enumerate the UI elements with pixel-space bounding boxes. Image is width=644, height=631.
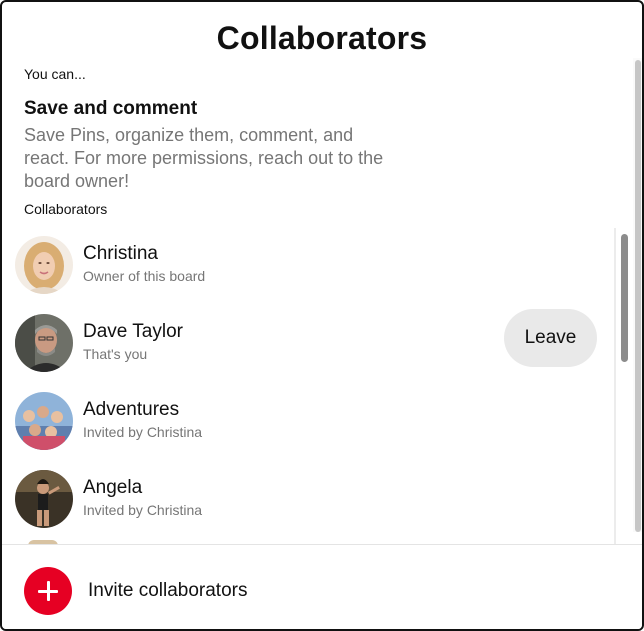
- you-can-label: You can...: [24, 66, 86, 82]
- plus-icon[interactable]: [24, 567, 72, 615]
- collaborator-subtitle: That's you: [83, 346, 148, 362]
- permission-description: Save Pins, organize them, comment, and r…: [24, 125, 384, 191]
- collaborator-row-adventures[interactable]: Adventures Invited by Christina: [2, 387, 614, 457]
- permission-title: Save and comment: [24, 98, 198, 119]
- collaborator-name: Christina: [83, 243, 158, 264]
- collaborator-subtitle: Owner of this board: [83, 268, 206, 284]
- invite-label: Invite collaborators: [88, 580, 248, 601]
- footer-bar: Invite collaborators: [2, 544, 642, 629]
- angela-avatar[interactable]: [15, 470, 73, 528]
- collaborator-name: Angela: [83, 477, 143, 498]
- leave-button[interactable]: Leave: [504, 309, 597, 367]
- christina-avatar[interactable]: [15, 236, 73, 294]
- list-divider: [614, 228, 616, 544]
- adventures-avatar[interactable]: [15, 392, 73, 450]
- collaborator-subtitle: Invited by Christina: [83, 502, 203, 518]
- collaborator-name: Adventures: [83, 399, 180, 420]
- list-scrollbar-thumb[interactable]: [621, 234, 628, 362]
- dialog-title: Collaborators: [216, 20, 428, 56]
- collaborator-row-christina[interactable]: Christina Owner of this board: [2, 231, 614, 301]
- collaborator-name: Dave Taylor: [83, 321, 183, 342]
- collaborator-row-dave-taylor[interactable]: Dave Taylor That's you Leave: [2, 309, 614, 379]
- collaborator-row-angela[interactable]: Angela Invited by Christina: [2, 465, 614, 535]
- collaborators-dialog: Collaborators You can... Save and commen…: [0, 0, 644, 631]
- collaborator-list: Christina Owner of this board Dave Taylo…: [2, 228, 616, 544]
- collaborator-subtitle: Invited by Christina: [83, 424, 203, 440]
- dialog-scrollbar-thumb[interactable]: [635, 60, 641, 532]
- dave-avatar[interactable]: [15, 314, 73, 372]
- collaborators-heading: Collaborators: [24, 201, 108, 217]
- invite-collaborators-button[interactable]: Invite collaborators: [24, 567, 247, 615]
